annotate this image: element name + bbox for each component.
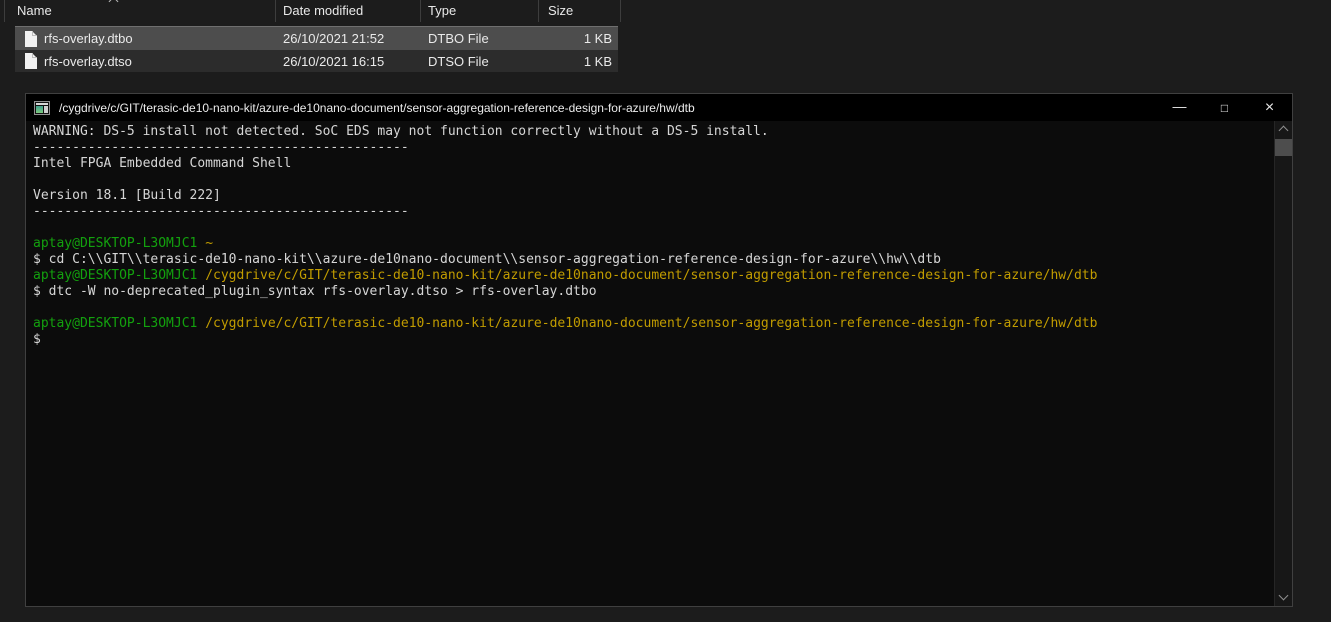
- terminal-line: aptay@DESKTOP-L3OMJC1 /cygdrive/c/GIT/te…: [33, 316, 1274, 332]
- column-header-size[interactable]: Size: [548, 3, 573, 19]
- column-separator[interactable]: [538, 0, 539, 22]
- maximize-button[interactable]: □: [1202, 94, 1247, 121]
- file-name: rfs-overlay.dtbo: [44, 27, 133, 50]
- scrollbar-thumb[interactable]: [1275, 139, 1292, 156]
- terminal-line: WARNING: DS-5 install not detected. SoC …: [33, 124, 1274, 140]
- column-header-type[interactable]: Type: [428, 3, 456, 19]
- terminal-output[interactable]: WARNING: DS-5 install not detected. SoC …: [26, 121, 1274, 606]
- terminal-line: [33, 300, 1274, 316]
- terminal-line: ----------------------------------------…: [33, 204, 1274, 220]
- column-separator: [4, 0, 5, 22]
- file-icon: [25, 53, 37, 69]
- maximize-icon: □: [1221, 101, 1228, 115]
- scrollbar-track[interactable]: [1274, 121, 1292, 606]
- close-button[interactable]: ×: [1247, 94, 1292, 121]
- scroll-up-button[interactable]: [1275, 121, 1292, 137]
- chevron-down-icon: [1279, 591, 1289, 601]
- terminal-line: $ dtc -W no-deprecated_plugin_syntax rfs…: [33, 284, 1274, 300]
- minimize-icon: —: [1173, 98, 1187, 114]
- file-date-modified: 26/10/2021 21:52: [283, 27, 384, 50]
- terminal-line: ----------------------------------------…: [33, 140, 1274, 156]
- terminal-line: Intel FPGA Embedded Command Shell: [33, 156, 1274, 172]
- terminal-line: $: [33, 332, 1274, 348]
- column-separator[interactable]: [420, 0, 421, 22]
- column-separator[interactable]: [275, 0, 276, 22]
- file-name: rfs-overlay.dtso: [44, 50, 132, 72]
- close-icon: ×: [1265, 99, 1274, 117]
- scroll-down-button[interactable]: [1275, 590, 1292, 606]
- terminal-window: /cygdrive/c/GIT/terasic-de10-nano-kit/az…: [25, 93, 1293, 607]
- file-size: 1 KB: [548, 50, 612, 72]
- terminal-line: aptay@DESKTOP-L3OMJC1 /cygdrive/c/GIT/te…: [33, 268, 1274, 284]
- file-size: 1 KB: [548, 27, 612, 50]
- file-row[interactable]: rfs-overlay.dtso 26/10/2021 16:15 DTSO F…: [15, 50, 618, 72]
- file-row-selected[interactable]: rfs-overlay.dtbo 26/10/2021 21:52 DTBO F…: [15, 26, 618, 50]
- terminal-line: aptay@DESKTOP-L3OMJC1 ~: [33, 236, 1274, 252]
- terminal-line: [33, 220, 1274, 236]
- minimize-button[interactable]: —: [1157, 94, 1202, 121]
- chevron-up-icon: [1279, 126, 1289, 136]
- file-date-modified: 26/10/2021 16:15: [283, 50, 384, 72]
- file-type: DTSO File: [428, 50, 489, 72]
- column-separator[interactable]: [620, 0, 621, 22]
- column-header-name[interactable]: Name: [17, 3, 52, 19]
- terminal-line: $ cd C:\\GIT\\terasic-de10-nano-kit\\azu…: [33, 252, 1274, 268]
- terminal-app-icon: [34, 101, 50, 115]
- sort-ascending-icon: [109, 0, 119, 6]
- terminal-line: [33, 172, 1274, 188]
- column-header-date-modified[interactable]: Date modified: [283, 3, 363, 19]
- file-type: DTBO File: [428, 27, 489, 50]
- file-explorer-pane: Name Date modified Type Size rfs-overlay…: [0, 0, 660, 75]
- terminal-line: Version 18.1 [Build 222]: [33, 188, 1274, 204]
- terminal-titlebar[interactable]: /cygdrive/c/GIT/terasic-de10-nano-kit/az…: [26, 94, 1292, 121]
- file-icon: [25, 31, 37, 47]
- terminal-title: /cygdrive/c/GIT/terasic-de10-nano-kit/az…: [59, 101, 1157, 115]
